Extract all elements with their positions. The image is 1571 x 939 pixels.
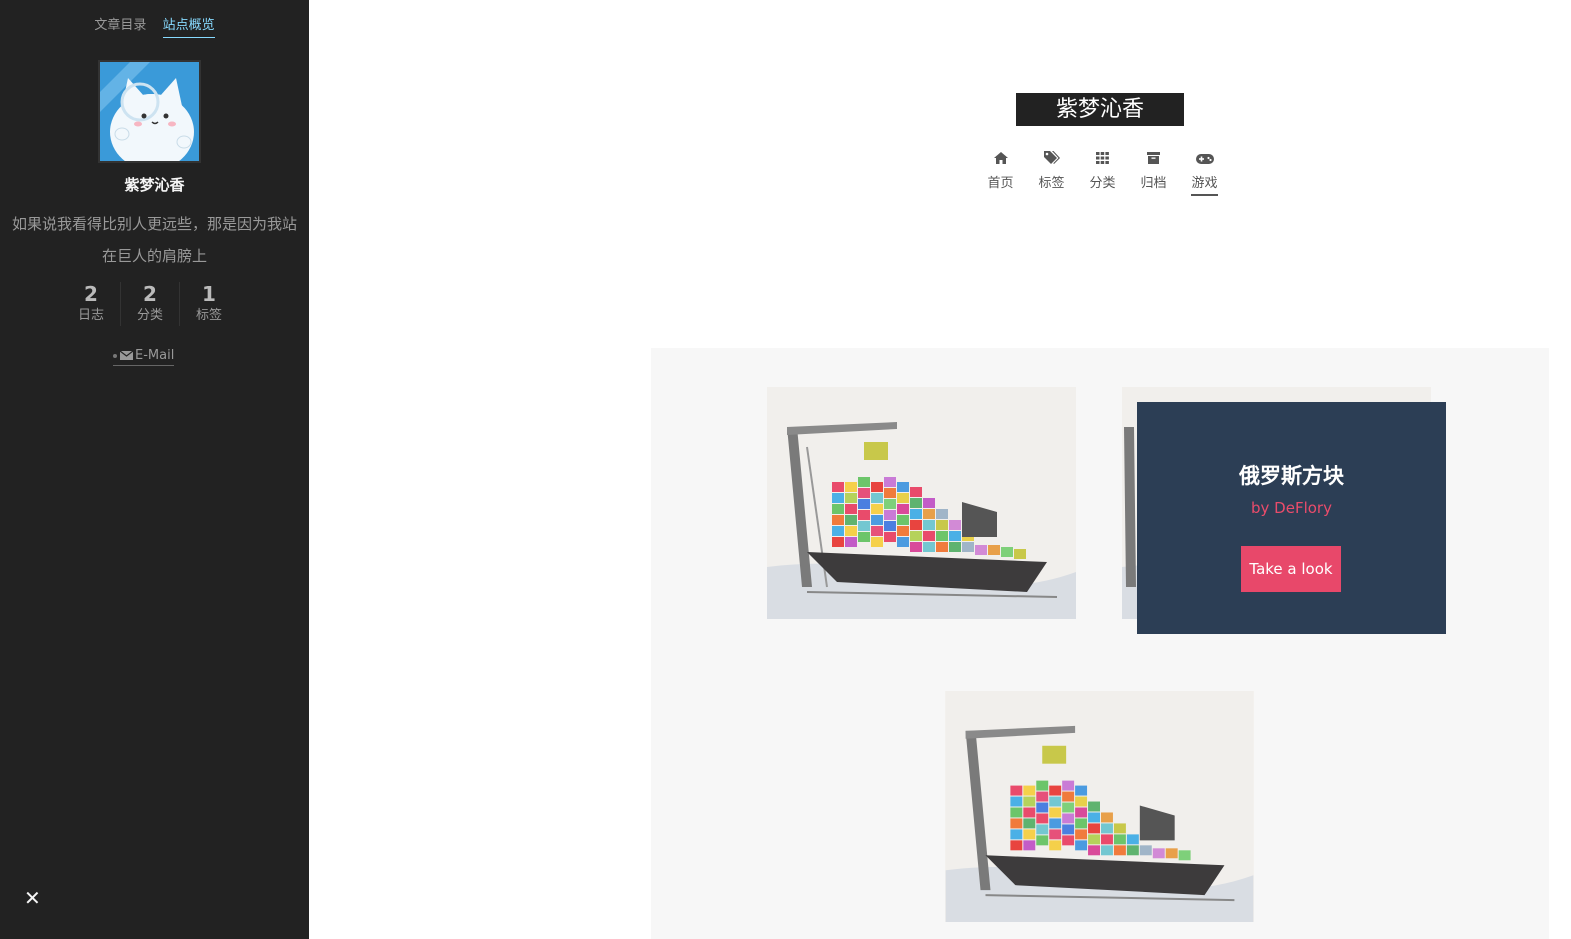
email-label: E-Mail xyxy=(135,348,175,363)
menu-item-categories[interactable]: 分类 xyxy=(1077,150,1128,196)
menu-label: 首页 xyxy=(987,176,1014,191)
close-sidebar-button[interactable]: ✕ xyxy=(24,886,41,910)
site-title[interactable]: 紫梦沁香 xyxy=(1016,93,1184,126)
avatar xyxy=(98,60,201,163)
menu-label: 游戏 xyxy=(1191,172,1218,196)
author-name: 紫梦沁香 xyxy=(124,176,185,194)
stat-count: 1 xyxy=(202,282,216,306)
container-ship-image xyxy=(767,387,1076,619)
menu-item-home[interactable]: 首页 xyxy=(975,150,1026,196)
home-icon xyxy=(975,150,1026,172)
tab-overview[interactable]: 站点概览 xyxy=(162,14,215,38)
stat-label: 标签 xyxy=(195,308,222,323)
game-author: by DeFlory xyxy=(1251,499,1332,517)
stat-count: 2 xyxy=(143,282,157,306)
stat-categories[interactable]: 2 分类 xyxy=(120,282,179,326)
game-card-tetris[interactable] xyxy=(767,387,1076,619)
tags-icon xyxy=(1026,150,1077,172)
stat-count: 2 xyxy=(84,282,98,306)
sidebar: 文章目录 站点概览 紫梦沁香 如果说我看得比别人更远些，那是因为我站在巨人的肩膀… xyxy=(0,0,309,939)
email-link[interactable]: E-Mail xyxy=(113,348,175,366)
menu-item-tags[interactable]: 标签 xyxy=(1026,150,1077,196)
description-text: 如果说我看得比别人更远些，那是因为我站在巨人的肩膀上 xyxy=(11,215,297,265)
stat-tags[interactable]: 1 标签 xyxy=(179,282,238,326)
menu-label: 标签 xyxy=(1038,176,1065,191)
stat-posts[interactable]: 2 日志 xyxy=(62,282,120,326)
menu-label: 分类 xyxy=(1089,176,1116,191)
sidebar-tabs: 文章目录 站点概览 xyxy=(0,14,309,38)
main-menu: 首页 标签 分类 归档 游戏 xyxy=(975,150,1230,196)
th-icon xyxy=(1077,150,1128,172)
author-description: 如果说我看得比别人更远些，那是因为我站在巨人的肩膀上 xyxy=(0,208,309,272)
bullet-icon xyxy=(113,353,117,358)
game-card-tetris-2[interactable] xyxy=(945,691,1254,922)
envelope-icon xyxy=(120,351,133,360)
avatar-cat-image xyxy=(100,62,199,161)
menu-label: 归档 xyxy=(1140,176,1167,191)
stat-label: 日志 xyxy=(77,308,104,323)
game-overlay[interactable]: 俄罗斯方块 by DeFlory Take a look xyxy=(1137,402,1446,634)
archive-icon xyxy=(1128,150,1179,172)
stat-label: 分类 xyxy=(136,308,163,323)
menu-item-archives[interactable]: 归档 xyxy=(1128,150,1179,196)
game-title: 俄罗斯方块 xyxy=(1239,464,1344,488)
tab-toc[interactable]: 文章目录 xyxy=(94,14,146,37)
menu-item-games[interactable]: 游戏 xyxy=(1179,150,1230,196)
gamepad-icon xyxy=(1179,150,1230,172)
container-ship-image xyxy=(945,691,1254,922)
take-a-look-button[interactable]: Take a look xyxy=(1241,546,1341,592)
site-stats: 2 日志 2 分类 1 标签 xyxy=(62,282,238,326)
